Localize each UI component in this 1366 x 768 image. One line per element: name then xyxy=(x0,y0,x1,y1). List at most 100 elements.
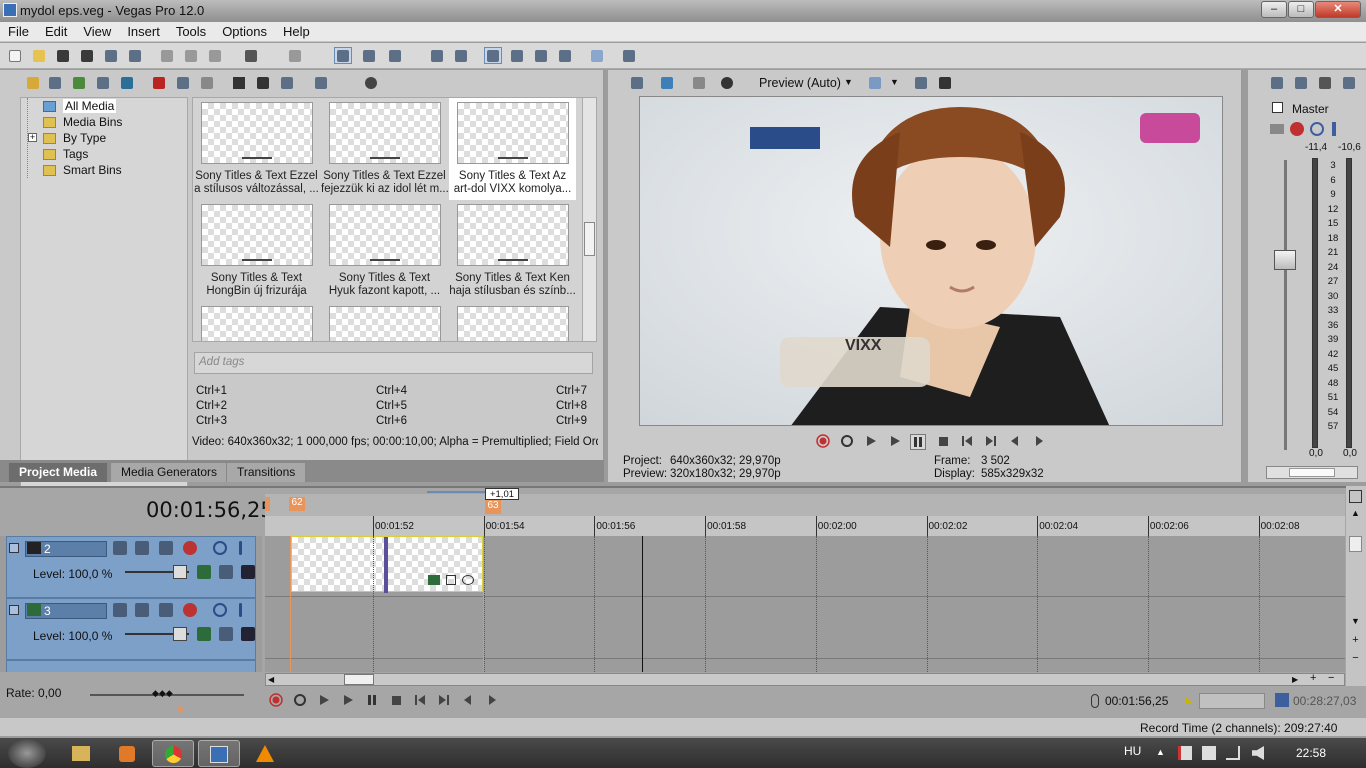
auto-ripple-icon[interactable] xyxy=(386,47,404,64)
media-thumb[interactable] xyxy=(193,302,320,341)
record-icon[interactable] xyxy=(816,434,832,450)
mixer-settings-icon[interactable] xyxy=(1268,74,1286,91)
search-media-icon[interactable] xyxy=(362,74,380,91)
preview-settings-icon[interactable] xyxy=(628,74,646,91)
auto-crossfade-icon[interactable] xyxy=(360,47,378,64)
zoom-in-icon[interactable]: + xyxy=(1310,672,1316,684)
end-time[interactable]: 00:28:27,03 xyxy=(1293,694,1356,708)
media-thumb[interactable] xyxy=(321,302,448,341)
zoom-in-icon[interactable]: + xyxy=(1349,634,1362,647)
lock-envelopes-icon[interactable] xyxy=(428,47,446,64)
copy-icon[interactable] xyxy=(182,47,200,64)
explorer-taskbar-icon[interactable] xyxy=(60,740,102,767)
undo-icon[interactable] xyxy=(242,47,260,64)
meter-icon[interactable] xyxy=(1340,74,1358,91)
external-monitor-icon[interactable] xyxy=(658,74,676,91)
play-from-start-icon[interactable] xyxy=(864,434,880,450)
tree-item-by-type[interactable]: By Type xyxy=(21,131,181,146)
menu-edit[interactable]: Edit xyxy=(37,22,75,41)
tree-item-media-bins[interactable]: Media Bins xyxy=(21,115,181,130)
views-icon[interactable] xyxy=(312,74,330,91)
play-icon[interactable] xyxy=(341,693,357,709)
loop-playback-icon[interactable] xyxy=(840,434,856,450)
previous-frame-icon[interactable] xyxy=(1008,434,1024,450)
tab-transitions[interactable]: Transitions xyxy=(226,462,307,482)
media-fx-icon[interactable] xyxy=(118,74,136,91)
scroll-right-icon[interactable]: ▶ xyxy=(1292,675,1298,684)
scroll-thumb[interactable] xyxy=(344,674,374,685)
language-indicator[interactable]: HU xyxy=(1124,744,1141,758)
envelope-edit-tool-icon[interactable] xyxy=(508,47,526,64)
play-from-start-icon[interactable] xyxy=(317,693,333,709)
delete-icon[interactable] xyxy=(150,74,168,91)
media-thumb[interactable] xyxy=(449,302,576,341)
track-fx-icon[interactable] xyxy=(197,565,211,579)
scroll-left-icon[interactable]: ◀ xyxy=(268,675,274,684)
track-header-partial[interactable] xyxy=(6,660,256,672)
open-icon[interactable] xyxy=(30,47,48,64)
minimize-button[interactable]: – xyxy=(1261,1,1287,18)
timeline-clip[interactable] xyxy=(291,536,483,593)
menu-view[interactable]: View xyxy=(75,22,119,41)
media-plugin-icon[interactable] xyxy=(198,74,216,91)
maximize-button[interactable]: □ xyxy=(1288,1,1314,18)
volume-icon[interactable] xyxy=(1252,746,1264,760)
network-icon[interactable] xyxy=(1226,746,1240,760)
marker-icon[interactable] xyxy=(1349,490,1362,503)
compositing-mode-icon[interactable] xyxy=(113,541,127,555)
selection-length-field[interactable] xyxy=(1199,693,1265,709)
time-ruler[interactable]: 00:01:52 00:01:54 00:01:56 00:01:58 00:02:00… xyxy=(265,516,1345,538)
clip-fx-icon[interactable] xyxy=(428,575,440,585)
gear-icon[interactable] xyxy=(183,603,197,617)
media-vertical-scrollbar[interactable] xyxy=(582,98,596,341)
render-as-icon[interactable] xyxy=(102,47,120,64)
record-icon[interactable] xyxy=(269,693,285,709)
go-to-start-icon[interactable] xyxy=(960,434,976,450)
preview-quality-dropdown[interactable]: Preview (Auto) xyxy=(759,76,841,90)
media-thumb[interactable]: Sony Titles & Text Ken haja stílusban és … xyxy=(449,200,576,302)
show-hidden-icons-icon[interactable]: ▲ xyxy=(1156,747,1165,757)
vegas-taskbar-icon[interactable] xyxy=(198,740,240,767)
copy-snapshot-icon[interactable] xyxy=(912,74,930,91)
tab-media-generators[interactable]: Media Generators xyxy=(110,462,229,482)
enable-snapping-icon[interactable] xyxy=(334,47,352,64)
start-button[interactable] xyxy=(8,738,46,768)
scroll-thumb[interactable] xyxy=(584,222,595,256)
solo-icon[interactable] xyxy=(1332,122,1336,136)
master-horizontal-scrollbar[interactable] xyxy=(1266,466,1358,479)
menu-tools[interactable]: Tools xyxy=(168,22,214,41)
pause-icon[interactable] xyxy=(365,693,381,709)
scroll-thumb[interactable] xyxy=(1349,536,1362,552)
previous-frame-icon[interactable] xyxy=(461,693,477,709)
clock[interactable]: 22:58 xyxy=(1296,746,1326,760)
scroll-thumb[interactable] xyxy=(1289,468,1335,477)
save-icon[interactable] xyxy=(54,47,72,64)
track-level-knob[interactable] xyxy=(173,565,187,579)
marker-bar[interactable]: 62 +1,01 63 xyxy=(265,488,1345,516)
menu-file[interactable]: File xyxy=(0,22,37,41)
expand-track-icon[interactable] xyxy=(219,565,233,579)
split-screen-icon[interactable] xyxy=(718,74,736,91)
expand-track-icon[interactable] xyxy=(219,627,233,641)
auto-preview-icon[interactable] xyxy=(278,74,296,91)
loop-playback-icon[interactable] xyxy=(293,693,309,709)
start-preview-icon[interactable] xyxy=(230,74,248,91)
master-fader-knob[interactable] xyxy=(1274,250,1296,270)
tree-item-smart-bins[interactable]: Smart Bins xyxy=(21,163,181,178)
mute-icon[interactable] xyxy=(213,541,227,555)
go-to-end-icon[interactable] xyxy=(437,693,453,709)
media-thumb[interactable]: Sony Titles & Text Hyuk fazont kapott, ..… xyxy=(321,200,448,302)
pause-icon[interactable] xyxy=(910,434,926,450)
preview-fx-icon[interactable] xyxy=(690,74,708,91)
track-arrow-icon[interactable] xyxy=(241,565,255,579)
scroll-up-icon[interactable]: ▲ xyxy=(1349,508,1362,521)
action-center-icon[interactable] xyxy=(1178,746,1192,760)
media-thumb[interactable]: Sony Titles & Text Ezzel fejezzük ki az i… xyxy=(321,98,448,200)
zoom-out-icon[interactable]: − xyxy=(1349,652,1362,665)
remove-unused-icon[interactable] xyxy=(94,74,112,91)
media-properties-icon[interactable] xyxy=(174,74,192,91)
play-icon[interactable] xyxy=(888,434,904,450)
properties-icon[interactable] xyxy=(126,47,144,64)
timeline-horizontal-scrollbar[interactable]: ◀ ▶ + − xyxy=(265,672,1345,686)
crop-icon[interactable] xyxy=(446,575,456,585)
